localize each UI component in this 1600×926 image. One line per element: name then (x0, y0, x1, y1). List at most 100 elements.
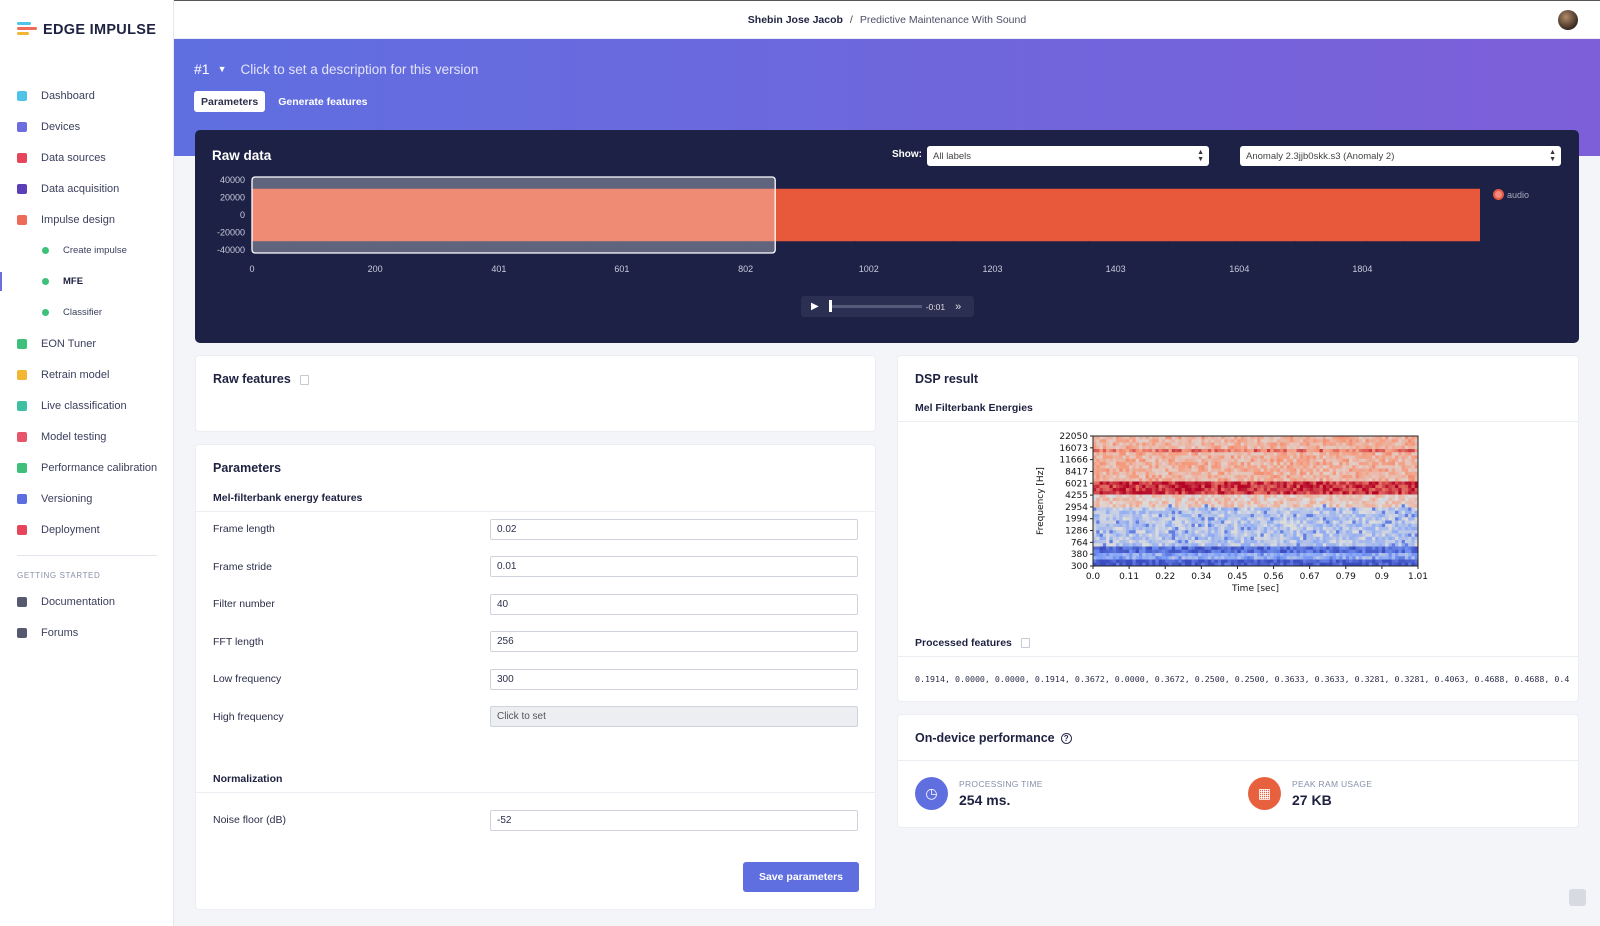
heatmap-cell (1329, 510, 1333, 515)
sidebar-item-data-sources[interactable]: Data sources (0, 142, 174, 173)
project-name[interactable]: Predictive Maintenance With Sound (860, 14, 1026, 26)
sidebar-item-dashboard[interactable]: Dashboard (0, 80, 174, 111)
heatmap-cell (1270, 488, 1274, 492)
heatmap-cell (1349, 546, 1353, 551)
heatmap-cell (1129, 523, 1133, 528)
heatmap-cell (1299, 514, 1304, 518)
heatmap-cell (1221, 553, 1225, 557)
copy-icon[interactable] (299, 374, 309, 385)
heatmap-cell (1122, 536, 1127, 541)
heatmap-cell (1303, 549, 1307, 554)
tab-parameters[interactable]: Parameters (194, 91, 266, 112)
heatmap-cell (1339, 497, 1343, 502)
noise-floor-input[interactable]: -52 (490, 809, 858, 831)
heatmap-cell (1381, 546, 1386, 551)
heatmap-cell (1165, 436, 1169, 440)
heatmap-cell (1106, 484, 1110, 489)
sidebar-item-impulse-design[interactable]: Impulse design (0, 204, 174, 235)
version-description[interactable]: Click to set a description for this vers… (241, 62, 479, 77)
heatmap-cell (1119, 458, 1123, 463)
heatmap-cell (1096, 455, 1100, 460)
heatmap-cell (1263, 549, 1268, 554)
heatmap-cell (1303, 514, 1307, 518)
sidebar-item-performance-calibration[interactable]: Performance calibration (0, 452, 174, 483)
heatmap-cell (1375, 536, 1379, 541)
heatmap-cell (1178, 439, 1182, 443)
raw-data-chart[interactable]: 40000200000-20000-400000 200 401 601 802 1002… (195, 130, 1579, 290)
heatmap-cell (1411, 520, 1416, 525)
sidebar-item-forums[interactable]: Forums (0, 617, 174, 648)
sidebar-item-eon-tuner[interactable]: EON Tuner (0, 328, 174, 359)
heatmap-cell (1129, 530, 1133, 534)
fft-length-input[interactable]: 256 (490, 631, 858, 652)
heatmap-cell (1378, 546, 1383, 551)
heatmap-cell (1142, 468, 1146, 473)
sidebar-item-devices[interactable]: Devices (0, 111, 174, 142)
heatmap-cell (1106, 455, 1110, 460)
heatmap-cell (1368, 488, 1373, 492)
heatmap-cell (1368, 553, 1373, 557)
frame-length-input[interactable]: 0.02 (490, 518, 858, 540)
heatmap-cell (1411, 455, 1416, 460)
heatmap-cell (1286, 510, 1291, 515)
heatmap-cell (1339, 481, 1343, 486)
heatmap-cell (1181, 527, 1186, 531)
sidebar-item-classifier[interactable]: Classifier (0, 297, 174, 328)
high-frequency-input[interactable]: Click to set (490, 706, 858, 727)
heatmap-cell (1221, 449, 1225, 453)
sidebar-item-data-acquisition[interactable]: Data acquisition (0, 173, 174, 204)
heatmap-cell (1099, 514, 1104, 518)
heatmap-cell (1352, 494, 1356, 499)
heatmap-cell (1145, 543, 1150, 547)
edge-impulse-logo[interactable]: EDGE IMPULSE (17, 22, 156, 38)
tab-generate-features[interactable]: Generate features (271, 91, 374, 112)
sidebar-item-model-testing[interactable]: Model testing (0, 421, 174, 452)
heatmap-cell (1345, 484, 1350, 489)
heatmap-cell (1247, 494, 1251, 499)
copy-icon[interactable] (1020, 638, 1030, 649)
feedback-icon[interactable] (1569, 889, 1586, 906)
help-icon[interactable]: ? (1060, 733, 1072, 745)
heatmap-cell (1349, 468, 1353, 473)
heatmap-cell (1227, 462, 1232, 466)
heatmap-cell (1102, 491, 1107, 495)
heatmap-cell (1122, 533, 1127, 538)
heatmap-cell (1280, 439, 1284, 443)
play-icon[interactable]: ▶ (811, 301, 819, 312)
sidebar-item-documentation[interactable]: Documentation (0, 586, 174, 617)
heatmap-cell (1168, 468, 1173, 473)
heatmap-cell (1355, 556, 1360, 560)
caret-down-icon[interactable]: ▼ (218, 64, 227, 74)
heatmap-cell (1316, 445, 1320, 450)
heatmap-cell (1168, 520, 1173, 525)
fast-forward-icon[interactable]: » (955, 301, 961, 313)
heatmap-cell (1125, 530, 1130, 534)
heatmap-cell (1319, 497, 1324, 502)
sidebar-item-deployment[interactable]: Deployment (0, 514, 174, 545)
sidebar-item-create-impulse[interactable]: Create impulse (0, 235, 174, 266)
save-parameters-button[interactable]: Save parameters (743, 862, 859, 892)
heatmap-cell (1358, 530, 1363, 534)
user-name[interactable]: Shebin Jose Jacob (748, 14, 843, 26)
seek-bar[interactable] (828, 300, 922, 312)
chart-legend[interactable]: audio (1493, 189, 1529, 200)
filter-number-input[interactable]: 40 (490, 593, 858, 615)
heatmap-cell (1253, 455, 1258, 460)
version-number[interactable]: #1 (194, 61, 210, 77)
heatmap-cell (1276, 439, 1281, 443)
heatmap-cell (1099, 458, 1104, 463)
heatmap-cell (1227, 455, 1232, 460)
seek-handle[interactable] (828, 300, 832, 312)
low-frequency-input[interactable]: 300 (490, 668, 858, 690)
heatmap-cell (1168, 462, 1173, 466)
heatmap-cell (1293, 514, 1297, 518)
sidebar-item-retrain-model[interactable]: Retrain model (0, 359, 174, 390)
avatar[interactable] (1558, 10, 1578, 30)
heatmap-cell (1342, 449, 1347, 453)
heatmap-cell (1109, 514, 1113, 518)
heatmap-cell (1099, 533, 1104, 538)
sidebar-item-live-classification[interactable]: Live classification (0, 390, 174, 421)
sidebar-item-mfe[interactable]: MFE (0, 266, 174, 297)
frame-stride-input[interactable]: 0.01 (490, 556, 858, 577)
sidebar-item-versioning[interactable]: Versioning (0, 483, 174, 514)
